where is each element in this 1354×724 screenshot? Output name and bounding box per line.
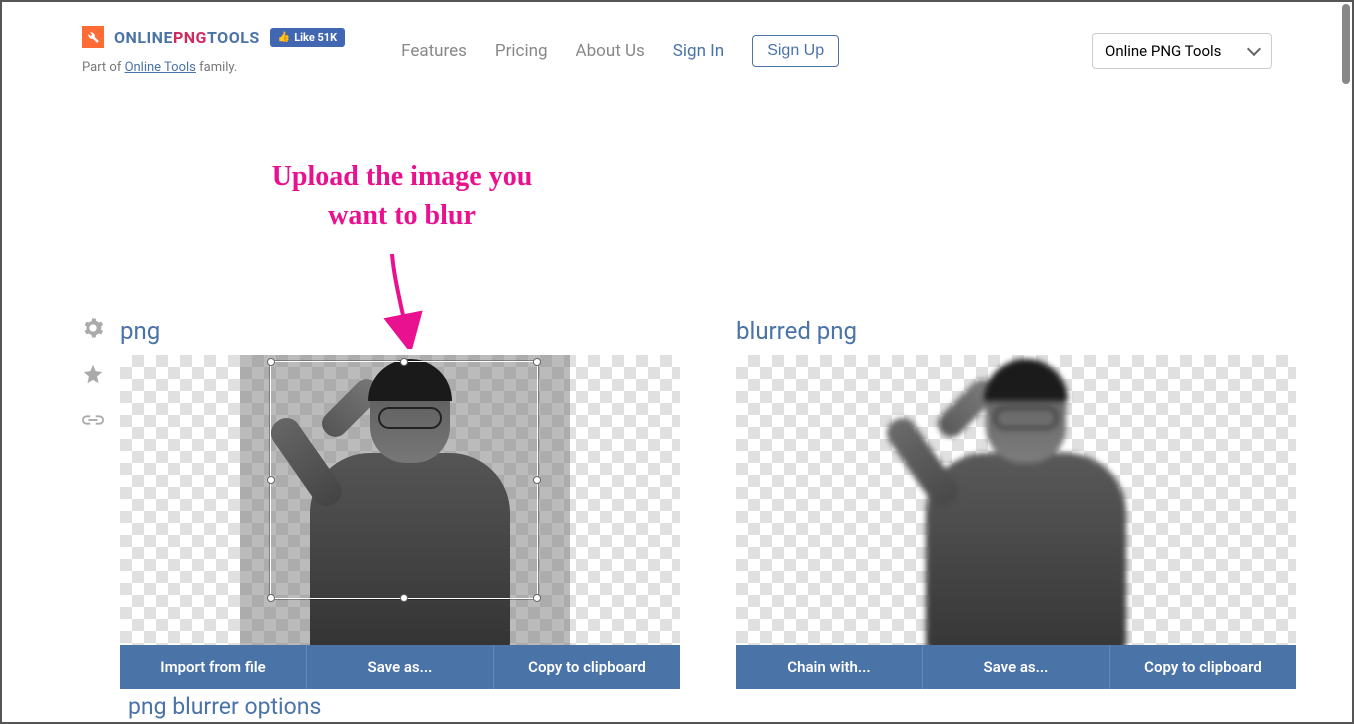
selection-handle[interactable] <box>533 476 541 484</box>
selection-handle[interactable] <box>533 358 541 366</box>
save-as-button[interactable]: Save as... <box>923 645 1110 689</box>
content-area: png Imp <box>82 317 1296 689</box>
logo-row: ONLINEPNGTOOLS Like 51K <box>82 26 345 48</box>
save-as-button[interactable]: Save as... <box>307 645 494 689</box>
selection-handle[interactable] <box>400 358 408 366</box>
wrench-icon <box>82 26 104 48</box>
site-selector-label: Online PNG Tools <box>1105 42 1221 60</box>
nav-about[interactable]: About Us <box>576 41 645 61</box>
annotation-text: Upload the image you want to blur <box>202 157 602 235</box>
copy-to-clipboard-button[interactable]: Copy to clipboard <box>494 645 680 689</box>
output-button-bar: Chain with... Save as... Copy to clipboa… <box>736 645 1296 689</box>
selection-handle[interactable] <box>267 358 275 366</box>
copy-to-clipboard-button[interactable]: Copy to clipboard <box>1110 645 1296 689</box>
selection-handle[interactable] <box>267 476 275 484</box>
annotation-line2: want to blur <box>202 196 602 235</box>
input-panel: png Imp <box>120 317 680 689</box>
online-tools-link[interactable]: Online Tools <box>125 60 196 75</box>
part-of-suffix: family. <box>196 60 237 75</box>
annotation-line1: Upload the image you <box>202 157 602 196</box>
panels: png Imp <box>120 317 1296 689</box>
logo-group: ONLINEPNGTOOLS Like 51K Part of Online T… <box>82 26 345 75</box>
nav-pricing[interactable]: Pricing <box>495 41 548 61</box>
signup-button[interactable]: Sign Up <box>752 35 839 67</box>
selection-handle[interactable] <box>267 594 275 602</box>
header: ONLINEPNGTOOLS Like 51K Part of Online T… <box>2 2 1352 75</box>
scrollbar[interactable] <box>1342 4 1350 84</box>
star-icon[interactable] <box>82 363 104 391</box>
output-canvas[interactable] <box>736 355 1296 645</box>
logo-online: ONLINE <box>114 28 173 47</box>
input-button-bar: Import from file Save as... Copy to clip… <box>120 645 680 689</box>
nav-signin[interactable]: Sign In <box>673 41 724 61</box>
input-panel-title: png <box>120 317 680 345</box>
side-toolbar <box>82 317 104 689</box>
selection-box[interactable] <box>270 361 538 599</box>
part-of-text: Part of Online Tools family. <box>82 60 237 75</box>
output-panel: blurred png Chain with... Save as... Cop… <box>736 317 1296 689</box>
chain-with-button[interactable]: Chain with... <box>736 645 923 689</box>
link-icon[interactable] <box>82 409 104 434</box>
gear-icon[interactable] <box>82 317 104 345</box>
logo-png: PNG <box>173 28 207 47</box>
logo-text[interactable]: ONLINEPNGTOOLS <box>114 28 260 47</box>
logo-tools: TOOLS <box>207 28 260 47</box>
options-title: png blurrer options <box>128 693 321 720</box>
selection-handle[interactable] <box>400 594 408 602</box>
nav: Features Pricing About Us Sign In Sign U… <box>401 35 839 67</box>
nav-features[interactable]: Features <box>401 41 467 61</box>
part-of-prefix: Part of <box>82 60 125 75</box>
import-from-file-button[interactable]: Import from file <box>120 645 307 689</box>
fb-like-button[interactable]: Like 51K <box>270 28 345 47</box>
output-panel-title: blurred png <box>736 317 1296 345</box>
input-canvas[interactable] <box>120 355 680 645</box>
output-image <box>906 363 1146 645</box>
selection-handle[interactable] <box>533 594 541 602</box>
site-selector-dropdown[interactable]: Online PNG Tools <box>1092 33 1272 69</box>
